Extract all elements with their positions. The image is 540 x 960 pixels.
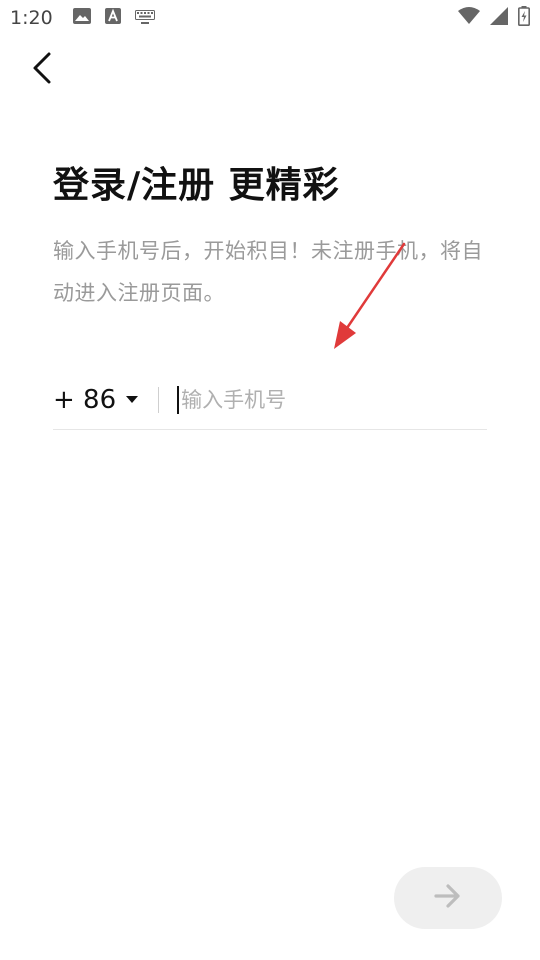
phone-input-row: + 86 — [53, 370, 487, 430]
text-a-icon — [104, 8, 121, 28]
field-divider — [158, 386, 160, 413]
wifi-icon — [458, 7, 480, 29]
annotation-arrow-icon — [334, 242, 406, 349]
phone-number-input[interactable] — [177, 385, 478, 414]
next-button[interactable] — [394, 867, 502, 929]
battery-charging-icon — [518, 6, 530, 30]
status-icons-right — [458, 6, 530, 30]
status-bar: 1:20 — [0, 0, 540, 36]
country-code-selector[interactable]: + 86 — [53, 384, 139, 415]
signal-icon — [490, 7, 508, 29]
caret-down-icon — [126, 396, 139, 403]
back-button[interactable] — [22, 50, 62, 90]
status-icons-left — [72, 8, 155, 28]
page-title: 登录/注册 更精彩 — [53, 165, 340, 206]
keyboard-icon — [134, 9, 155, 28]
status-time: 1:20 — [10, 7, 53, 29]
page-subtitle: 输入手机号后，开始积目！未注册手机，将自动进入注册页面。 — [53, 239, 483, 305]
image-icon — [72, 8, 91, 28]
arrow-right-icon — [433, 883, 463, 913]
chevron-left-icon — [30, 51, 54, 89]
country-code-label: + 86 — [53, 384, 117, 415]
